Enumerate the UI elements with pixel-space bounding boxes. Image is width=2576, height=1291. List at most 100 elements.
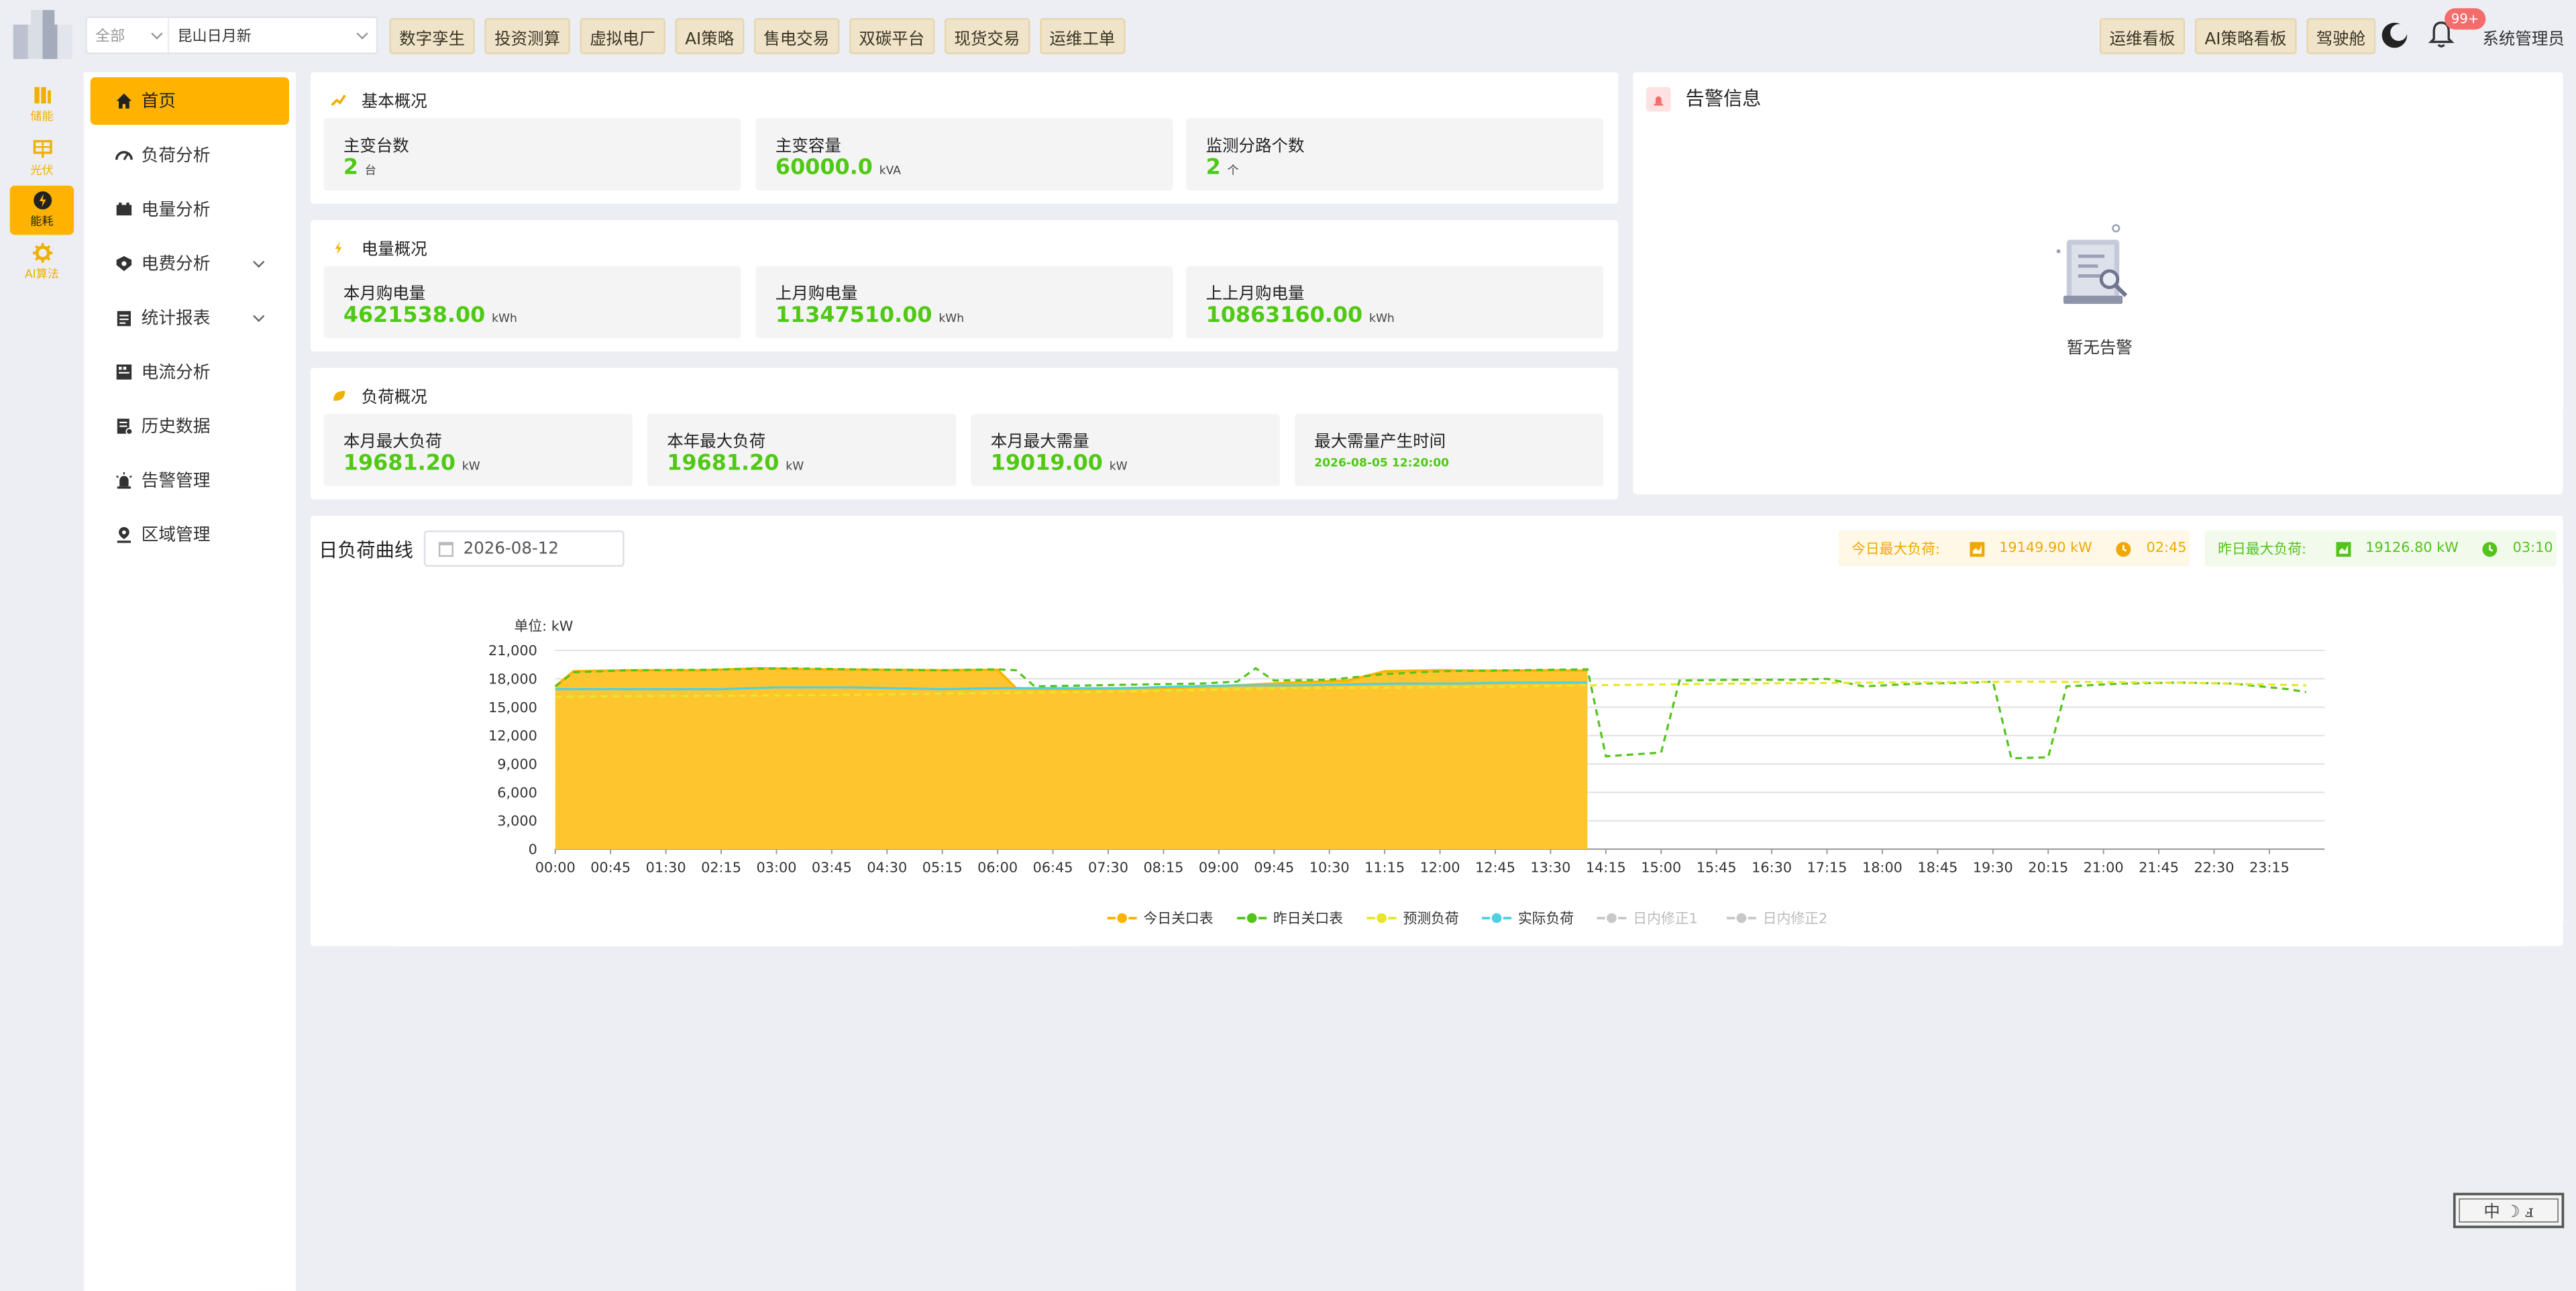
x-tick-label: 06:00: [977, 859, 1018, 875]
x-tick-label: 22:30: [2194, 859, 2235, 875]
menu-item-cost-analysis[interactable]: 电费分析: [91, 240, 289, 288]
location-icon: [117, 526, 131, 543]
x-tick-label: 01:30: [646, 859, 686, 875]
chevron-down-icon: [356, 27, 368, 39]
card-title: 基本概况: [330, 87, 427, 112]
card-title: 负荷概况: [330, 383, 427, 407]
daily-load-card: 日负荷曲线 2026-08-12 今日最大负荷: 19149.90 kW 02:…: [310, 515, 2563, 946]
moon-icon[interactable]: [2381, 21, 2409, 50]
legend-marker: [1605, 911, 1619, 925]
menu-item-reports[interactable]: 统计报表: [91, 294, 289, 341]
gear-icon: [32, 243, 52, 263]
nav-investment[interactable]: 投资测算: [484, 17, 570, 54]
x-tick-label: 16:30: [1752, 859, 1792, 875]
legend-marker: [1375, 911, 1389, 925]
menu-item-label: 告警管理: [141, 471, 211, 492]
menu-item-energy-analysis[interactable]: 电量分析: [91, 186, 289, 233]
card-title: 电量概况: [330, 235, 427, 260]
alarm-card: 告警信息 暂无告警: [1633, 72, 2563, 495]
nav-work-orders[interactable]: 运维工单: [1039, 17, 1126, 54]
scope-primary-value: 全部: [95, 30, 125, 46]
side-menu: 首页 负荷分析 电量分析 电费分析 统计报表 电流分析 历史数据 告警管理 区域…: [83, 72, 296, 1291]
menu-item-regions[interactable]: 区域管理: [91, 511, 289, 559]
nav-ai-board[interactable]: AI策略看板: [2194, 17, 2297, 54]
x-tick-label: 11:15: [1364, 859, 1405, 875]
x-tick-label: 15:00: [1641, 859, 1681, 875]
battery-icon: [116, 203, 132, 216]
y-tick-label: 18,000: [488, 671, 537, 687]
stat-max-demand-time: 最大需量产生时间 2026-08-05 12:20:00: [1294, 414, 1604, 486]
clipboard-icon: [117, 311, 131, 327]
x-tick-label: 18:00: [1862, 859, 1902, 875]
module-rail: 储能 光伏 能耗 AI算法: [0, 72, 84, 1291]
load-overview-card: 负荷概况 本月最大负荷 19681.20 kW 本年最大负荷 19681.20 kW…: [310, 368, 1619, 500]
x-tick-label: 00:00: [535, 859, 576, 875]
rail-item-energy[interactable]: 能耗: [9, 185, 74, 235]
x-tick-label: 10:30: [1309, 859, 1350, 875]
stat-this-month-energy: 本月购电量 4621538.00 kWh: [323, 266, 741, 339]
x-tick-label: 23:15: [2249, 859, 2290, 875]
stat-month-max-load: 本月最大负荷 19681.20 kW: [323, 414, 633, 486]
card-title: 告警信息: [1646, 85, 1761, 111]
x-tick-label: 07:30: [1088, 859, 1128, 875]
x-tick-label: 12:45: [1475, 859, 1515, 875]
menu-item-history[interactable]: 历史数据: [91, 402, 289, 450]
x-tick-label: 05:15: [922, 859, 963, 875]
rail-item-storage[interactable]: 储能: [10, 80, 74, 129]
trend-icon: [331, 93, 346, 105]
rail-item-label: 光伏: [30, 164, 54, 178]
menu-item-label: 负荷分析: [141, 146, 211, 166]
daily-load-chart[interactable]: 单位: kW 0 3,000 6,000 9,000 12,000 15,000 18,000…: [311, 516, 2563, 946]
legend-label: 实际负荷: [1518, 910, 1574, 926]
menu-item-home[interactable]: 首页: [90, 77, 290, 125]
legend-label: 日内修正2: [1763, 910, 1827, 926]
menu-item-label: 电费分析: [141, 254, 211, 274]
scope-selector[interactable]: 全部 昆山日月新: [85, 16, 378, 54]
x-tick-label: 15:45: [1697, 859, 1737, 875]
legend-label: 昨日关口表: [1273, 910, 1343, 926]
x-tick-label: 08:15: [1143, 859, 1183, 875]
x-tick-label: 09:00: [1199, 859, 1239, 875]
stat-transformer-capacity: 主变容量 60000.0 kVA: [755, 118, 1173, 191]
menu-item-current-analysis[interactable]: 电流分析: [91, 348, 289, 396]
menu-item-alarms[interactable]: 告警管理: [91, 457, 289, 504]
x-tick-label: 04:30: [867, 859, 907, 875]
scope-primary-select[interactable]: 全部: [87, 17, 170, 53]
y-tick-label: 3,000: [497, 813, 537, 829]
x-tick-label: 13:30: [1530, 859, 1570, 875]
grid-icon: [116, 364, 132, 380]
nav-cockpit[interactable]: 驾驶舱: [2306, 17, 2375, 54]
x-tick-label: 17:15: [1807, 859, 1847, 875]
menu-item-label: 电流分析: [141, 363, 211, 383]
x-tick-label: 06:45: [1033, 859, 1073, 875]
rail-item-ai[interactable]: AI算法: [10, 238, 74, 287]
nav-virtual-plant[interactable]: 虚拟电厂: [580, 17, 665, 54]
legend-marker: [1490, 911, 1503, 925]
nav-carbon[interactable]: 双碳平台: [849, 17, 934, 54]
menu-item-label: 区域管理: [141, 525, 211, 546]
y-tick-label: 15,000: [488, 699, 537, 716]
y-tick-label: 6,000: [497, 785, 537, 801]
menu-item-load-analysis[interactable]: 负荷分析: [91, 131, 289, 179]
nav-ops-board[interactable]: 运维看板: [2099, 17, 2186, 54]
stat-year-max-load: 本年最大负荷 19681.20 kW: [647, 414, 957, 486]
rail-item-label: 储能: [30, 110, 54, 123]
menu-item-label: 首页: [141, 92, 176, 112]
nav-power-trading[interactable]: 售电交易: [753, 17, 839, 54]
scope-secondary-select[interactable]: 昆山日月新: [169, 25, 376, 46]
top-right-nav: 运维看板 AI策略看板 驾驶舱: [2099, 17, 2375, 54]
nav-digital-twin[interactable]: 数字孪生: [389, 17, 475, 54]
gauge-icon: [115, 151, 133, 160]
menu-item-label: 电量分析: [141, 200, 211, 221]
lightning-icon: [32, 191, 51, 210]
user-name[interactable]: 系统管理员: [2482, 25, 2564, 50]
legend-label: 今日关口表: [1144, 910, 1214, 926]
seal-watermark: 中 ☽ ⅎ: [2453, 1192, 2565, 1229]
nav-ai-strategy[interactable]: AI策略: [675, 17, 744, 54]
rail-item-solar[interactable]: 光伏: [10, 135, 74, 184]
legend-label: 日内修正1: [1633, 910, 1697, 926]
menu-item-label: 统计报表: [141, 308, 211, 329]
stat-month-max-demand: 本月最大需量 19019.00 kW: [971, 414, 1280, 486]
nav-spot-trading[interactable]: 现货交易: [944, 17, 1030, 54]
legend-marker: [1735, 911, 1748, 925]
